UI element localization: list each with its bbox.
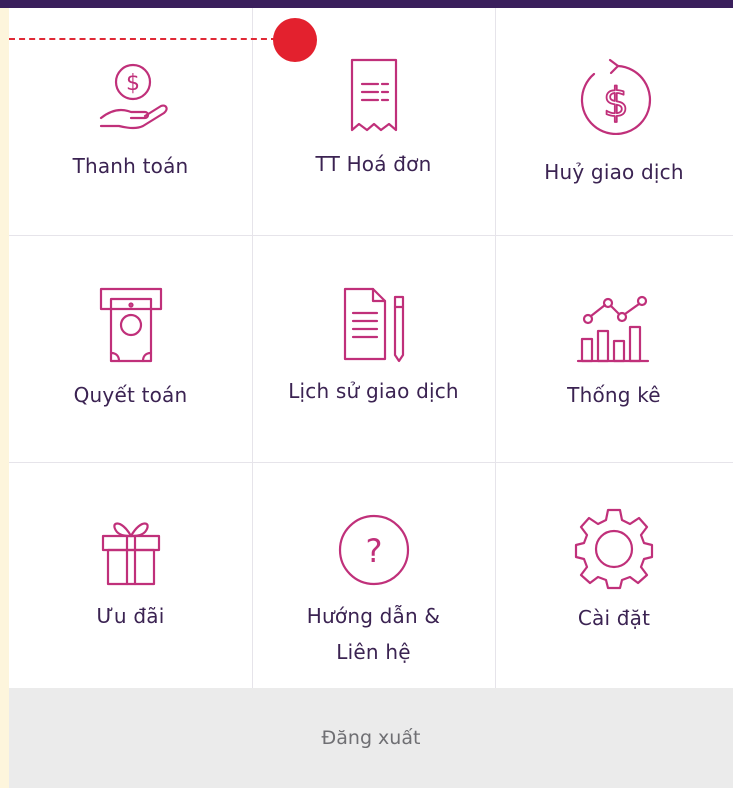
menu-item-label-line2: Liên hệ	[336, 640, 411, 664]
help-icon: ?	[338, 514, 409, 586]
menu-item-offers[interactable]: Ưu đãi	[9, 462, 252, 688]
menu-item-label: Thanh toán	[72, 154, 189, 178]
logout-button[interactable]: Đăng xuất	[9, 688, 733, 788]
tutorial-dashed-line	[9, 38, 277, 40]
menu-item-help-contact[interactable]: ? Hướng dẫn & Liên hệ	[252, 462, 495, 688]
svg-text:$: $	[126, 71, 140, 96]
menu-item-label-line1: Hướng dẫn &	[306, 604, 441, 628]
left-edge-strip	[0, 8, 9, 788]
document-pen-icon	[343, 287, 404, 363]
menu-item-label: TT Hoá đơn	[315, 152, 432, 176]
gift-icon	[101, 522, 160, 586]
receipt-icon	[350, 58, 397, 132]
menu-item-label: Lịch sử giao dịch	[288, 379, 459, 403]
tutorial-marker-dot	[273, 18, 317, 62]
menu-item-settlement[interactable]: Quyết toán	[9, 235, 252, 462]
menu-item-label: Quyết toán	[73, 383, 188, 407]
menu-item-transaction-history[interactable]: Lịch sử giao dịch	[252, 235, 495, 462]
chart-icon	[576, 295, 650, 363]
hand-coin-icon: $	[99, 63, 168, 129]
gear-icon	[574, 508, 654, 590]
top-bar	[0, 0, 733, 8]
svg-text:$: $	[603, 80, 628, 126]
menu-item-payment[interactable]: $ Thanh toán	[9, 8, 252, 235]
menu-item-label: Huỷ giao dịch	[544, 160, 684, 184]
menu-item-settings[interactable]: Cài đặt	[495, 462, 733, 688]
menu-item-cancel-transaction[interactable]: $ Huỷ giao dịch	[495, 8, 733, 235]
menu-item-label: Ưu đãi	[96, 604, 165, 628]
atm-cash-icon	[99, 287, 162, 363]
menu-item-label: Thống kê	[567, 383, 661, 407]
svg-text:?: ?	[365, 532, 382, 570]
menu-item-label: Cài đặt	[577, 606, 651, 630]
menu-grid: $ Thanh toán TT Hoá đơn $ Huỷ giao dịch	[9, 8, 733, 688]
menu-item-statistics[interactable]: Thống kê	[495, 235, 733, 462]
refund-dollar-icon: $	[580, 58, 652, 136]
